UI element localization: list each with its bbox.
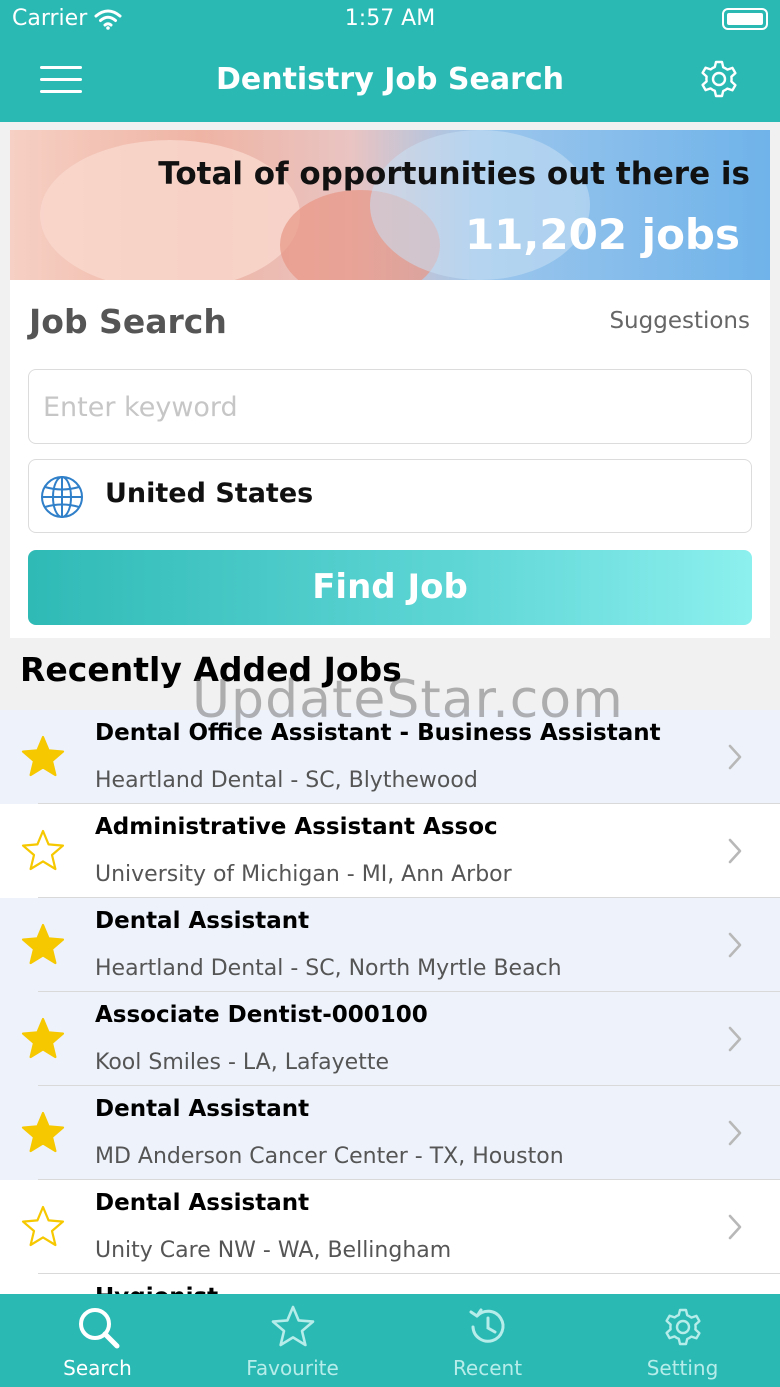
nav-bar: Dentistry Job Search [0,40,780,122]
job-title: Associate Dentist-000100 [95,1002,428,1028]
star-filled-icon[interactable] [20,734,66,780]
star-filled-icon[interactable] [20,1016,66,1062]
page-title: Dentistry Job Search [215,62,565,97]
chevron-right-icon [728,838,742,864]
job-title: Dental Assistant [95,1190,310,1216]
globe-icon [41,476,83,518]
job-company-location: MD Anderson Cancer Center - TX, Houston [95,1144,564,1169]
gear-icon [665,1308,701,1346]
jobs-count-banner: Total of opportunities out there is 11,2… [10,130,770,280]
keyword-field[interactable] [28,369,752,444]
star-outline-icon[interactable] [20,1204,66,1250]
job-company-location: Heartland Dental - SC, North Myrtle Beac… [95,956,562,981]
job-company-location: University of Michigan - MI, Ann Arbor [95,862,512,887]
battery-icon [722,8,768,30]
job-search-panel: Job Search Suggestions United States Fin… [10,280,770,638]
job-row[interactable]: Dental Assistant Unity Care NW - WA, Bell… [0,1180,780,1274]
tab-label: Favourite [246,1356,339,1380]
star-filled-icon[interactable] [20,922,66,968]
job-company-location: Kool Smiles - LA, Lafayette [95,1050,390,1075]
job-row[interactable]: Associate Dentist-000100 Kool Smiles - LA… [0,992,780,1086]
chevron-right-icon [728,932,742,958]
job-title: Dental Assistant [95,908,310,934]
tab-favourite[interactable]: Favourite [195,1294,390,1387]
clock: 1:57 AM [344,6,436,31]
job-row[interactable]: Hygienist [0,1274,780,1295]
banner-headline: Total of opportunities out there is [158,156,750,192]
status-bar: Carrier 1:57 AM [0,0,780,40]
keyword-input[interactable] [43,384,733,430]
chevron-right-icon [728,1120,742,1146]
banner-job-count: 11,202 jobs [464,210,740,259]
tab-bar: Search Favourite Recent Setting [0,1294,780,1387]
chevron-right-icon [728,1026,742,1052]
tab-label: Search [63,1356,132,1380]
job-row[interactable]: Administrative Assistant Assoc University… [0,804,780,898]
job-title: Administrative Assistant Assoc [95,814,498,840]
job-company-location: Heartland Dental - SC, Blythewood [95,768,478,793]
recent-jobs-list: Dental Office Assistant - Business Assis… [0,710,780,1295]
tab-label: Recent [452,1356,523,1380]
country-selector[interactable]: United States [28,459,752,533]
tab-setting[interactable]: Setting [585,1294,780,1387]
settings-gear-icon[interactable] [696,56,742,102]
find-job-button[interactable]: Find Job [28,550,752,625]
job-search-heading: Job Search [29,302,227,341]
tab-recent[interactable]: Recent [390,1294,585,1387]
suggestions-link[interactable]: Suggestions [609,308,750,334]
star-icon [271,1305,315,1347]
history-icon [469,1308,505,1343]
chevron-right-icon [728,1214,742,1240]
job-title: Dental Assistant [95,1096,310,1122]
tab-search[interactable]: Search [0,1294,195,1387]
watermark: UpdateStar.com [192,670,624,730]
job-row[interactable]: Dental Assistant Heartland Dental - SC, N… [0,898,780,992]
chevron-right-icon [728,744,742,770]
tab-label: Setting [646,1356,719,1380]
country-value: United States [105,478,314,509]
search-icon [79,1308,120,1349]
star-filled-icon[interactable] [20,1110,66,1156]
job-company-location: Unity Care NW - WA, Bellingham [95,1238,452,1263]
star-outline-icon[interactable] [20,828,66,874]
job-row[interactable]: Dental Assistant MD Anderson Cancer Cente… [0,1086,780,1180]
